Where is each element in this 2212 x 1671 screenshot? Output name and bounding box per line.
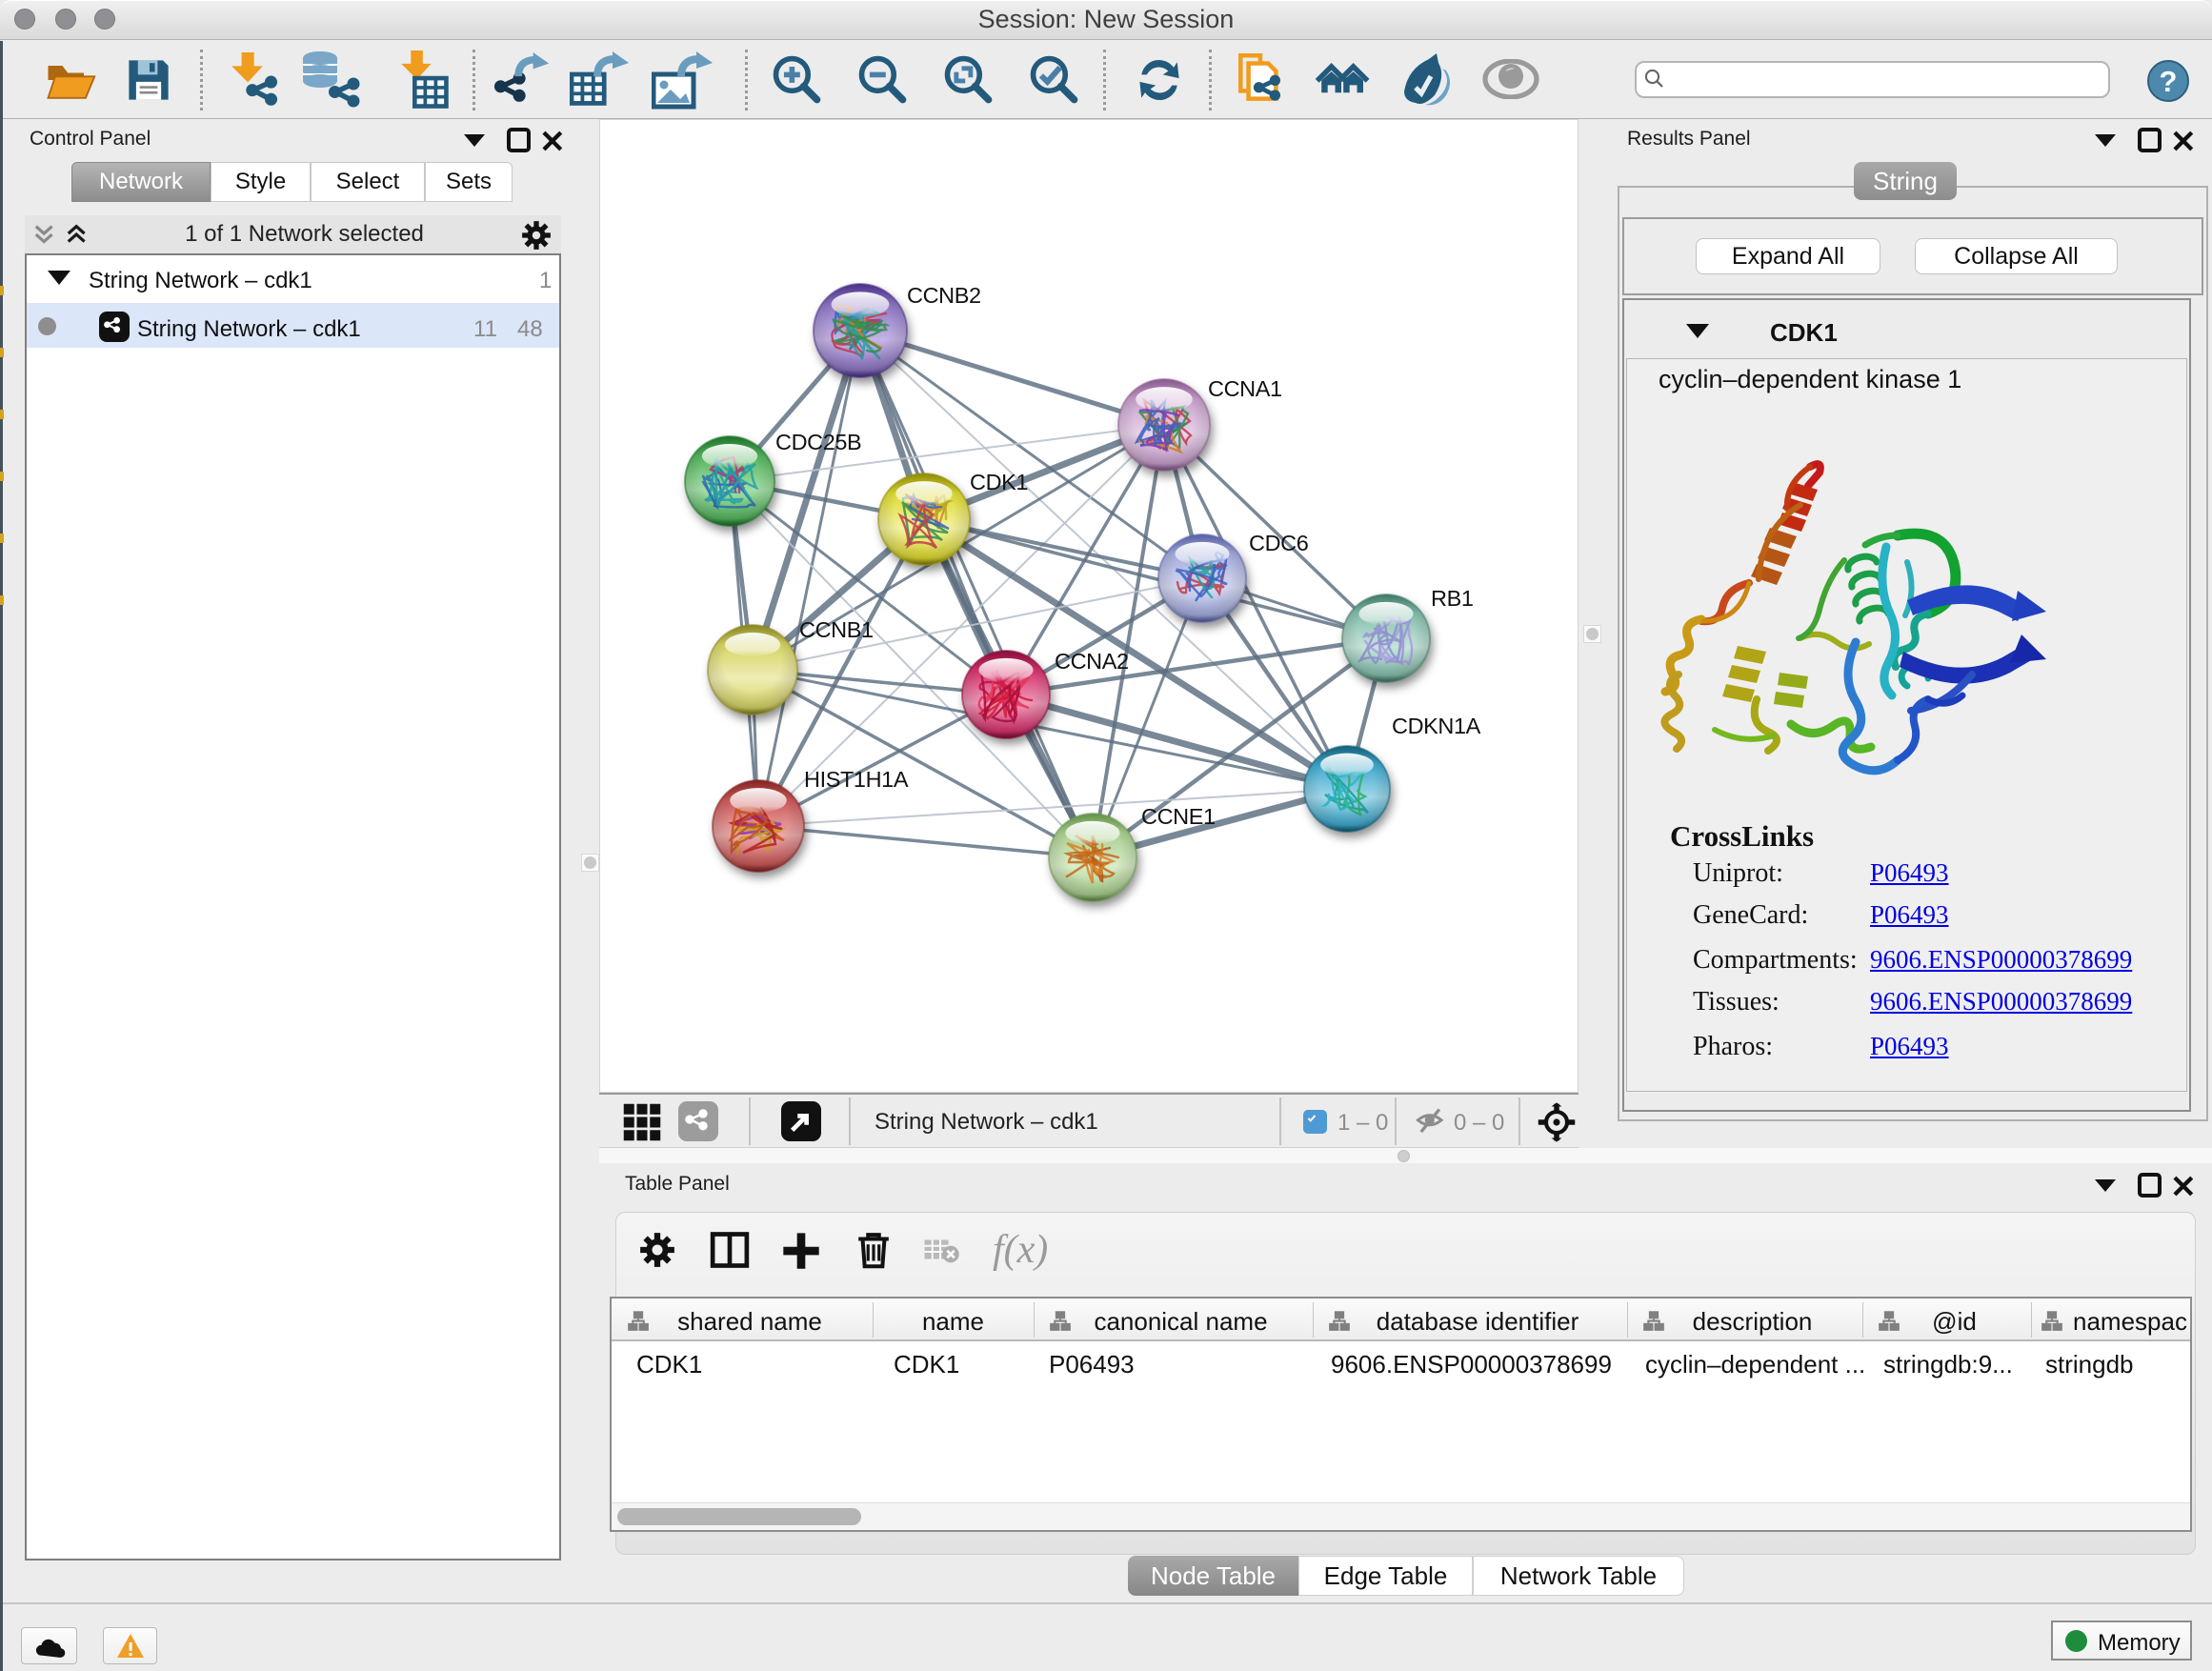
svg-text:CCNE1: CCNE1 <box>1141 804 1216 829</box>
svg-text:CCNB1: CCNB1 <box>799 617 874 642</box>
svg-text:CDC6: CDC6 <box>1249 531 1309 555</box>
svg-text:CCNA2: CCNA2 <box>1055 649 1129 674</box>
svg-text:HIST1H1A: HIST1H1A <box>804 767 909 792</box>
svg-text:CDKN1A: CDKN1A <box>1392 714 1481 738</box>
svg-text:CCNB2: CCNB2 <box>907 283 981 308</box>
svg-text:RB1: RB1 <box>1431 586 1474 611</box>
svg-text:CDK1: CDK1 <box>970 470 1028 494</box>
svg-text:CCNA1: CCNA1 <box>1208 376 1282 401</box>
svg-text:CDC25B: CDC25B <box>775 430 861 454</box>
